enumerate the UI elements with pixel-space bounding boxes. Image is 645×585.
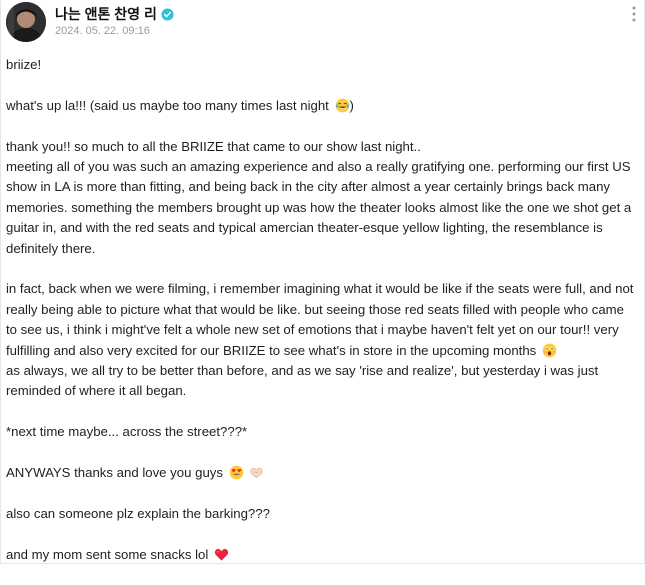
post-text: thank you!! so much to all the BRIIZE th… bbox=[6, 138, 421, 154]
post-text: meeting all of you was such an amazing e… bbox=[6, 159, 632, 256]
avatar-image bbox=[6, 2, 46, 42]
post-text: ANYWAYS thanks and love you guys bbox=[6, 465, 223, 481]
post-text: briize! bbox=[6, 57, 42, 72]
author-name[interactable]: 나는 앤톤 찬영 리 bbox=[55, 4, 157, 24]
post-paragraph: *next time maybe... across the street???… bbox=[6, 422, 634, 442]
astonished-emoji bbox=[542, 343, 557, 357]
post-text: as always, we all try to be better than … bbox=[6, 363, 599, 399]
post-text: in fact, back when we were filming, i re… bbox=[6, 281, 634, 358]
post-text: what's up la!!! (said us maybe too many … bbox=[6, 97, 329, 113]
heart-eyes-emoji bbox=[229, 465, 243, 480]
heart-hands-emoji bbox=[250, 467, 263, 479]
post-paragraph: briize! bbox=[6, 55, 634, 75]
laughing-crying-emoji bbox=[335, 98, 349, 113]
post-paragraph: and my mom sent some snacks lol bbox=[6, 545, 634, 565]
post-text: ) bbox=[349, 97, 354, 113]
post-paragraph: in fact, back when we were filming, i re… bbox=[6, 279, 634, 401]
post-body: briize! what's up la!!! (said us maybe t… bbox=[6, 55, 634, 585]
post-paragraph: also can someone plz explain the barking… bbox=[6, 504, 634, 524]
post-paragraph: thank you!! so much to all the BRIIZE th… bbox=[6, 137, 634, 259]
more-vertical-icon[interactable] bbox=[626, 4, 642, 24]
post-header: 나는 앤톤 찬영 리 2024. 05. 22. 09:16 bbox=[1, 0, 645, 50]
post-text: and my mom sent some snacks lol bbox=[6, 546, 209, 562]
author-line: 나는 앤톤 찬영 리 bbox=[55, 5, 174, 23]
post-text: *next time maybe... across the street???… bbox=[6, 424, 248, 440]
post-text: also can someone plz explain the barking… bbox=[6, 505, 270, 521]
red-heart-emoji bbox=[214, 548, 229, 561]
post-timestamp: 2024. 05. 22. 09:16 bbox=[55, 25, 150, 37]
post-card: 나는 앤톤 찬영 리 2024. 05. 22. 09:16 briize! w… bbox=[0, 0, 645, 564]
post-paragraph: ANYWAYS thanks and love you guys bbox=[6, 463, 634, 483]
post-paragraph: what's up la!!! (said us maybe too many … bbox=[6, 96, 634, 116]
avatar[interactable] bbox=[6, 2, 46, 42]
verified-badge-icon bbox=[161, 7, 174, 21]
